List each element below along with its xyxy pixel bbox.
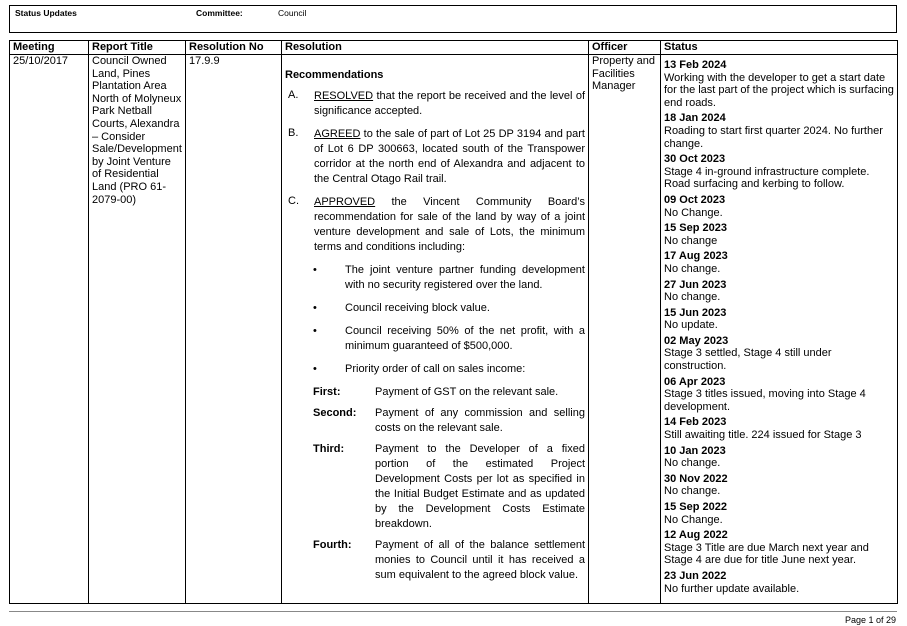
resolution-cell: Recommendations A. RESOLVED that the rep… [281,54,589,604]
bullet-item: • Council receiving 50% of the net profit… [313,324,585,352]
priority-second: Second: Payment of any commission and sel… [313,406,585,434]
status-updates-label: Status Updates [15,8,77,18]
priority-third: Third: Payment to the Developer of a fixe… [313,442,585,530]
col-header-officer: Officer [588,40,661,55]
status-entry: 27 Jun 2023 No change. [664,278,727,304]
status-cell: 13 Feb 2024 Working with the developer to… [660,54,898,604]
col-header-status: Status [660,40,898,55]
resolution-item-b: B. AGREED to the sale of part of Lot 25 … [288,126,585,185]
col-header-resolution: Resolution [281,40,589,55]
bullet-item: • Council receiving block value. [313,301,490,314]
status-entry: 23 Jun 2022 No further update available. [664,569,800,595]
status-entry: 15 Sep 2023 No change [664,222,727,247]
col-header-meeting: Meeting [9,40,89,55]
status-entry: 09 Oct 2023 No Change. [664,193,726,219]
status-entry: 06 Apr 2023 Stage 3 titles issued, moving… [664,375,866,413]
recommendations-heading: Recommendations [285,69,384,81]
resolution-item-c: C. APPROVED the Vincent Community Board’… [288,194,585,253]
committee-value: Council [278,8,307,18]
resolved-keyword: RESOLVED [314,89,374,102]
page-number: Page 1 of 29 [844,615,896,625]
priority-first: First: Payment of GST on the relevant sal… [313,385,559,398]
status-entry: 15 Jun 2023 No update. [664,306,727,332]
bullet-item: • The joint venture partner funding devel… [313,263,585,291]
status-entry: 30 Oct 2023 Stage 4 in-ground infrastruct… [664,153,870,191]
status-entry: 10 Jan 2023 No change. [664,444,726,470]
col-header-report-title: Report Title [88,40,186,55]
status-entry: 13 Feb 2024 Working with the developer to… [664,59,894,109]
status-entry: 17 Aug 2023 No change. [664,250,728,275]
approved-keyword: APPROVED [314,195,376,208]
bullet-item: • Priority order of call on sales income: [313,362,526,375]
resolution-item-a: A. RESOLVED that the report be received … [288,88,585,117]
priority-fourth: Fourth: Payment of all of the balance set… [313,538,585,581]
officer-cell: Property and Facilities Manager [588,54,661,604]
status-entry: 12 Aug 2022 Stage 3 Title are due March n… [664,529,869,567]
col-header-resolution-no: Resolution No [185,40,282,55]
status-table: Meeting Report Title Resolution No Resol… [9,40,898,604]
agreed-keyword: AGREED [314,127,361,140]
status-header-box: Status Updates Committee: Council [9,5,897,33]
status-entry: 02 May 2023 Stage 3 settled, Stage 4 stil… [664,334,832,373]
footer-divider [9,611,897,612]
table-row: 25/10/2017 Council Owned Land, Pines Pla… [9,54,898,604]
table-header-row: Meeting Report Title Resolution No Resol… [9,40,898,55]
meeting-cell: 25/10/2017 [9,54,89,604]
status-entry: 14 Feb 2023 Still awaiting title. 224 iss… [664,416,862,442]
committee-label: Committee: [196,8,243,18]
resolution-no-cell: 17.9.9 [185,54,282,604]
status-entry: 15 Sep 2022 No Change. [664,501,727,526]
report-title-cell: Council Owned Land, Pines Plantation Are… [88,54,186,604]
status-list: 13 Feb 2024 Working with the developer to… [664,59,894,595]
status-entry: 30 Nov 2022 No change. [664,472,728,498]
status-entry: 18 Jan 2024 Roading to start first quarte… [664,112,883,150]
